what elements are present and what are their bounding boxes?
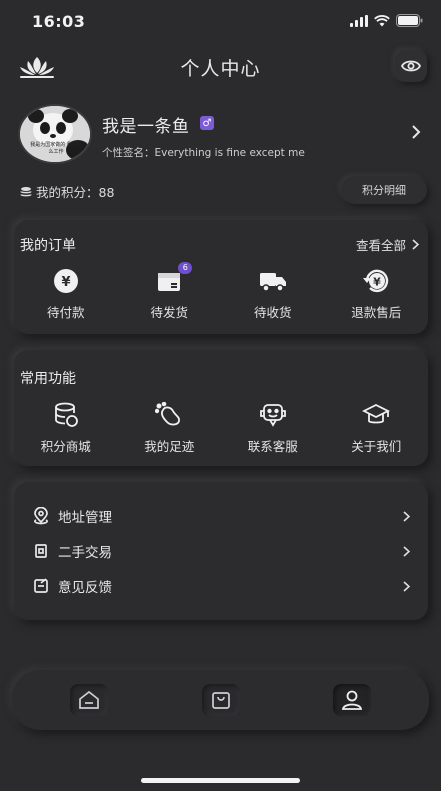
status-indicators — [350, 14, 423, 27]
refund-icon: ¥ — [361, 268, 391, 294]
functions-grid: 积分商城 我的足迹 联系客服 关于我们 — [14, 402, 428, 455]
avatar-caption: 我是为国家做的 我做什么工作 — [30, 142, 82, 155]
battery-icon — [396, 14, 423, 27]
menu-item-second-hand[interactable]: 二手交易 — [32, 541, 410, 561]
function-label: 我的足迹 — [144, 439, 195, 454]
menu-item-label: 意见反馈 — [58, 580, 112, 596]
order-pending-receipt[interactable]: 待收货 — [221, 268, 325, 321]
chevron-right-icon — [403, 510, 410, 522]
points-text: 我的积分：88 — [36, 185, 115, 200]
orders-grid: ¥ 待付款 6 待发货 待收货 ¥ 退款售后 — [14, 262, 429, 321]
location-icon — [34, 507, 48, 525]
svg-text:¥: ¥ — [373, 276, 381, 289]
points-detail-button[interactable]: 积分明细 — [341, 176, 427, 204]
svg-text:¥: ¥ — [61, 275, 70, 290]
chevron-right-icon — [412, 239, 419, 250]
coin-stack-icon — [51, 402, 81, 428]
home-icon — [79, 690, 99, 709]
home-indicator — [141, 778, 300, 783]
menu-item-label: 二手交易 — [58, 545, 112, 561]
graduation-cap-icon — [361, 402, 391, 428]
chevron-right-icon — [403, 545, 410, 557]
orders-title: 我的订单 — [20, 238, 76, 254]
nickname: 我是一条鱼 — [102, 117, 190, 137]
settings-button[interactable] — [395, 50, 427, 82]
order-item-label: 待付款 — [46, 305, 85, 320]
menu-item-feedback[interactable]: 意见反馈 — [32, 576, 410, 596]
view-all-orders-link[interactable]: 查看全部 — [356, 235, 419, 254]
my-footprint-button[interactable]: 我的足迹 — [118, 402, 222, 455]
package-icon: 6 — [154, 262, 193, 294]
signal-icon — [350, 14, 368, 27]
tab-profile[interactable] — [333, 684, 371, 716]
view-all-label: 查看全部 — [355, 238, 406, 253]
order-count-badge: 6 — [178, 262, 193, 274]
footprint-icon — [154, 402, 184, 428]
chevron-right-icon[interactable] — [411, 124, 421, 144]
trade-icon — [35, 544, 47, 558]
menu-item-address[interactable]: 地址管理 — [32, 506, 410, 526]
gender-badge: ♂ — [200, 116, 214, 130]
tab-shop[interactable] — [202, 684, 240, 716]
feedback-icon — [34, 578, 48, 593]
customer-service-button[interactable]: 联系客服 — [221, 402, 325, 455]
order-item-label: 退款售后 — [351, 305, 402, 320]
menu-item-label: 地址管理 — [58, 510, 112, 526]
customer-service-icon — [258, 402, 288, 428]
yen-coin-icon: ¥ — [51, 268, 81, 294]
order-pending-shipment[interactable]: 6 待发货 — [118, 262, 222, 321]
eye-settings-icon — [401, 60, 421, 72]
profile-icon — [341, 690, 363, 710]
function-label: 积分商城 — [40, 439, 91, 454]
page-title: 个人中心 — [180, 58, 261, 80]
signature: 个性签名：Everything is fine except me — [102, 147, 305, 159]
tab-home[interactable] — [70, 684, 108, 716]
coins-icon — [20, 186, 32, 196]
order-refund[interactable]: ¥ 退款售后 — [325, 268, 429, 321]
chevron-right-icon — [403, 580, 410, 592]
functions-title: 常用功能 — [20, 371, 76, 387]
truck-icon — [258, 268, 288, 294]
about-us-button[interactable]: 关于我们 — [325, 402, 429, 455]
status-time: 16:03 — [32, 12, 86, 31]
shopping-bag-icon — [212, 692, 230, 709]
wifi-icon — [374, 14, 390, 26]
function-label: 联系客服 — [247, 439, 298, 454]
points-label: 我的积分：88 — [20, 182, 114, 201]
order-item-label: 待发货 — [150, 305, 188, 320]
points-mall-button[interactable]: 积分商城 — [14, 402, 118, 455]
order-pending-payment[interactable]: ¥ 待付款 — [14, 268, 118, 321]
avatar[interactable]: 我是为国家做的 我做什么工作 — [20, 106, 90, 162]
order-item-label: 待收货 — [253, 305, 292, 320]
function-label: 关于我们 — [351, 439, 402, 454]
